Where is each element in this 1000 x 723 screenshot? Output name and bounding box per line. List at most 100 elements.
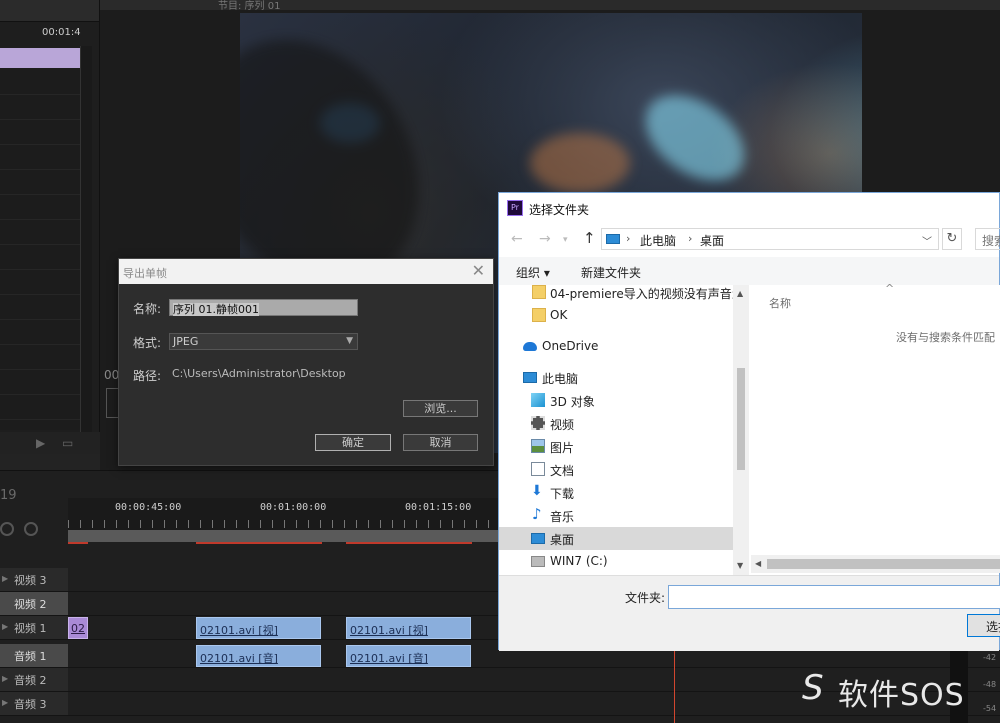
premiere-app-icon: Pr xyxy=(507,200,523,216)
new-folder-button[interactable]: 新建文件夹 xyxy=(581,264,641,281)
desktop-icon xyxy=(531,533,545,544)
nav-item-label: 图片 xyxy=(550,441,575,455)
nav-item-downloads[interactable]: ⬇ 下载 xyxy=(499,481,733,504)
content-scrollbar-thumb[interactable] xyxy=(767,559,1000,569)
new-bin-icon[interactable]: ▭ xyxy=(62,436,73,450)
ruler-label: 00:01:15:00 xyxy=(405,502,472,513)
forward-arrow-icon[interactable]: → xyxy=(539,231,551,247)
nav-item-label: 下载 xyxy=(550,487,575,501)
format-select[interactable]: JPEG ▼ xyxy=(169,333,358,350)
project-list[interactable] xyxy=(0,70,80,430)
address-bar[interactable]: › 此电脑 › 桌面 ﹀ xyxy=(601,228,939,250)
nav-scrollbar-thumb[interactable] xyxy=(737,368,745,470)
project-timecode: 00:01:4 xyxy=(42,27,81,38)
video-clip[interactable]: 02101.avi [视] xyxy=(196,617,321,639)
clip-label: 02 xyxy=(71,622,85,635)
search-input[interactable]: 搜索 xyxy=(975,228,1000,250)
browse-button[interactable]: 浏览... xyxy=(403,400,478,417)
sequence-timecode[interactable]: 19 xyxy=(0,488,17,503)
tab-program[interactable]: 节目: 序列 01 xyxy=(218,0,280,12)
welding-light xyxy=(629,77,761,199)
cube-icon xyxy=(531,393,545,407)
recent-locations-icon[interactable]: ▾ xyxy=(563,235,568,245)
frame-name-input[interactable]: 序列 01.静帧001 xyxy=(169,299,358,316)
render-bar-segment xyxy=(346,542,472,544)
nav-item-videos[interactable]: 视频 xyxy=(499,412,733,435)
breadcrumb-separator-icon[interactable]: › xyxy=(626,232,630,245)
nav-item-label: 桌面 xyxy=(550,533,575,547)
select-folder-dialog: Pr 选择文件夹 ← → ▾ ↑ › 此电脑 › 桌面 ﹀ ↻ 搜索 组织 ▾ … xyxy=(498,192,1000,651)
playhead[interactable] xyxy=(674,650,675,723)
nav-item-documents[interactable]: 文档 xyxy=(499,458,733,481)
folder-input[interactable] xyxy=(668,585,1000,609)
folder-icon xyxy=(532,285,546,299)
nav-item-pictures[interactable]: 图片 xyxy=(499,435,733,458)
refresh-button[interactable]: ↻ xyxy=(942,228,962,250)
render-bar-segment xyxy=(196,542,322,544)
empty-results-message: 没有与搜索条件匹配 xyxy=(896,331,995,344)
clip-label: 02101.avi [视] xyxy=(200,624,278,637)
nav-item-folder-04[interactable]: 04-premiere导入的视频没有声音怎 xyxy=(499,285,744,304)
snap-icon[interactable] xyxy=(0,522,14,536)
cancel-button[interactable]: 取消 xyxy=(403,434,478,451)
audio-clip[interactable]: 02101.avi [音] xyxy=(346,645,471,667)
scroll-left-icon[interactable]: ◀ xyxy=(755,559,761,568)
up-arrow-icon[interactable]: ↑ xyxy=(583,229,596,247)
marker-icon[interactable] xyxy=(24,522,38,536)
nav-item-label: OneDrive xyxy=(542,339,599,353)
download-icon: ⬇ xyxy=(531,483,543,499)
meter-scale-label: -54 xyxy=(983,704,997,713)
refresh-icon: ↻ xyxy=(946,231,958,246)
search-placeholder: 搜索 xyxy=(982,234,1000,248)
track-header-audio-2[interactable]: ▶ 音频 2 xyxy=(0,668,68,692)
breadcrumb-separator-icon[interactable]: › xyxy=(688,232,692,245)
organize-menu[interactable]: 组织 ▾ xyxy=(516,264,550,281)
nav-item-onedrive[interactable]: OneDrive xyxy=(499,335,733,358)
breadcrumb-this-pc[interactable]: 此电脑 xyxy=(640,232,676,249)
scroll-up-icon[interactable]: ▲ xyxy=(737,289,743,298)
project-footer: ▶ ▭ xyxy=(0,432,100,454)
expand-icon[interactable]: ▶ xyxy=(2,674,8,683)
track-header-video-3[interactable]: ▶ 视频 3 xyxy=(0,568,68,592)
breadcrumb-desktop[interactable]: 桌面 xyxy=(700,232,724,249)
close-icon[interactable]: ✕ xyxy=(472,261,485,280)
nav-item-drive-c[interactable]: WIN7 (C:) xyxy=(499,550,733,573)
frame-name-value: 序列 01.静帧001 xyxy=(173,301,259,317)
automate-icon[interactable]: ▶ xyxy=(36,436,45,450)
expand-icon[interactable]: ▶ xyxy=(2,574,8,583)
dialog-titlebar: 导出单帧 ✕ xyxy=(119,259,493,284)
track-header-video-2[interactable]: 视频 2 xyxy=(0,592,68,616)
cloud-icon xyxy=(523,342,537,351)
chevron-down-icon[interactable]: ﹀ xyxy=(922,233,932,248)
ruler-label: 00:00:45:00 xyxy=(115,502,182,513)
video-clip-still[interactable]: 02 xyxy=(68,617,88,639)
track-label: 音频 1 xyxy=(14,650,47,663)
expand-icon[interactable]: ▶ xyxy=(2,622,8,631)
drive-icon xyxy=(531,556,545,567)
project-clip-item[interactable] xyxy=(0,48,80,68)
nav-item-folder-ok[interactable]: OK xyxy=(499,304,733,327)
track-header-video-1[interactable]: ▶ 视频 1 xyxy=(0,616,68,640)
track-header-audio-1[interactable]: 音频 1 xyxy=(0,644,68,668)
scroll-down-icon[interactable]: ▼ xyxy=(737,561,743,570)
format-value: JPEG xyxy=(173,335,199,348)
audio-clip[interactable]: 02101.avi [音] xyxy=(196,645,321,667)
ok-button[interactable]: 确定 xyxy=(315,434,391,451)
clip-label: 02101.avi [音] xyxy=(350,652,428,665)
document-icon xyxy=(531,462,545,476)
nav-item-label: 音乐 xyxy=(550,510,575,524)
name-column-header[interactable]: 名称 xyxy=(769,295,791,311)
name-label: 名称: xyxy=(133,302,162,316)
back-arrow-icon[interactable]: ← xyxy=(511,231,523,247)
picture-icon xyxy=(531,439,545,453)
track-header-audio-3[interactable]: ▶ 音频 3 xyxy=(0,692,68,716)
select-folder-button[interactable]: 选择 xyxy=(967,614,1000,637)
expand-icon[interactable]: ▶ xyxy=(2,698,8,707)
nav-item-3d-objects[interactable]: 3D 对象 xyxy=(499,389,733,412)
video-clip[interactable]: 02101.avi [视] xyxy=(346,617,471,639)
project-scrollbar[interactable] xyxy=(80,46,92,432)
nav-item-this-pc[interactable]: 此电脑 xyxy=(499,366,733,389)
nav-item-music[interactable]: ♪ 音乐 xyxy=(499,504,733,527)
track-label: 音频 2 xyxy=(14,674,47,687)
nav-item-desktop[interactable]: 桌面 xyxy=(499,527,733,550)
